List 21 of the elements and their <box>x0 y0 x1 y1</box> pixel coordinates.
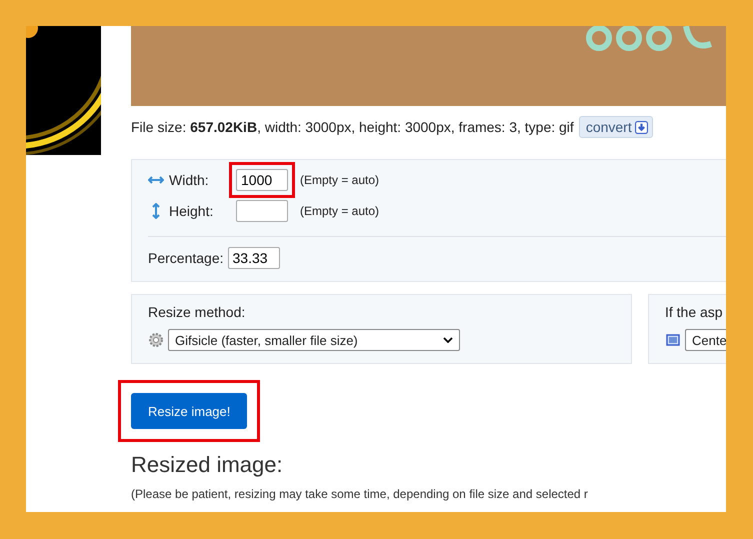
aspect-select[interactable]: Cente <box>685 329 726 351</box>
resize-button[interactable]: Resize image! <box>131 393 248 429</box>
width-field[interactable]: 1000 <box>236 168 288 190</box>
height-label: Height: <box>169 202 214 218</box>
caret-icon <box>443 337 453 343</box>
hint-text: (Empty = auto) <box>300 172 380 186</box>
hint-text: (Empty = auto) <box>300 204 380 218</box>
height-field[interactable] <box>236 200 288 222</box>
download-icon <box>634 120 648 134</box>
percentage-label: Percentage: <box>148 250 224 266</box>
gear-icon <box>148 332 164 348</box>
width-label: Width: <box>169 172 210 188</box>
convert-button[interactable]: convert <box>578 116 653 138</box>
resize-method-label: Resize method: <box>148 304 246 322</box>
resize-method-select[interactable]: Gifsicle (faster, smaller file size) <box>168 329 460 351</box>
image-frame-icon <box>665 332 681 348</box>
file-info-text: File size: 657.02KiB, width: 3000px, height: 3000px, frames: 3, type: gif <box>131 119 574 135</box>
patience-note: (Please be patient, resizing may take some time, depending on file size and selected r <box>131 487 589 501</box>
percentage-field[interactable]: 33.33 <box>228 247 280 269</box>
result-heading: Resized image: <box>131 452 284 478</box>
aspect-label: If the asp <box>665 304 724 322</box>
